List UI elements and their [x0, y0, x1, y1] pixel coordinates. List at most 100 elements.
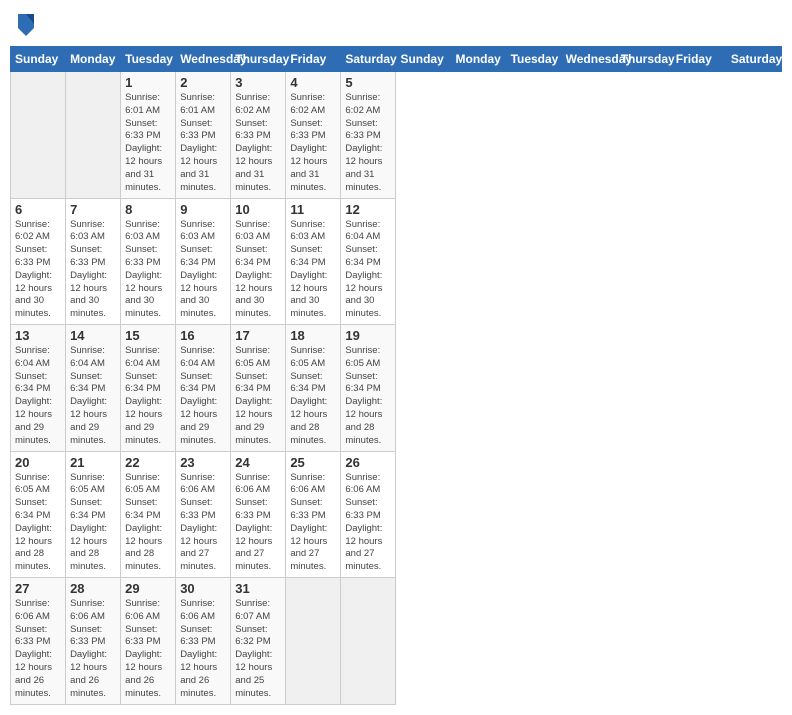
cell-info: Sunrise: 6:05 AM Sunset: 6:34 PM Dayligh… [125, 472, 171, 575]
column-header-thursday: Thursday [616, 47, 671, 72]
day-number: 20 [15, 455, 61, 470]
cell-info: Sunrise: 6:03 AM Sunset: 6:34 PM Dayligh… [180, 219, 226, 322]
day-number: 18 [290, 328, 336, 343]
cell-info: Sunrise: 6:04 AM Sunset: 6:34 PM Dayligh… [70, 345, 116, 448]
column-header-monday: Monday [451, 47, 506, 72]
day-number: 21 [70, 455, 116, 470]
day-number: 7 [70, 202, 116, 217]
calendar-cell: 28 Sunrise: 6:06 AM Sunset: 6:33 PM Dayli… [66, 578, 121, 705]
cell-info: Sunrise: 6:06 AM Sunset: 6:33 PM Dayligh… [290, 472, 336, 575]
calendar-cell: 29Sunrise: 6:06 AM Sunset: 6:33 PM Dayli… [121, 578, 176, 705]
day-number: 1 [125, 75, 171, 90]
calendar-week-row: 13 Sunrise: 6:04 AM Sunset: 6:34 PM Dayli… [11, 325, 782, 452]
calendar-cell: 18Sunrise: 6:05 AM Sunset: 6:34 PM Dayli… [286, 325, 341, 452]
day-number: 26 [345, 455, 391, 470]
cell-info: Sunrise: 6:02 AM Sunset: 6:33 PM Dayligh… [235, 92, 281, 195]
cell-info: Sunrise: 6:06 AM Sunset: 6:33 PM Dayligh… [345, 472, 391, 575]
day-number: 13 [15, 328, 61, 343]
cell-info: Sunrise: 6:04 AM Sunset: 6:34 PM Dayligh… [345, 219, 391, 322]
calendar-cell: 13 Sunrise: 6:04 AM Sunset: 6:34 PM Dayli… [11, 325, 66, 452]
day-number: 14 [70, 328, 116, 343]
calendar-cell [11, 72, 66, 199]
calendar-cell: 24Sunrise: 6:06 AM Sunset: 6:33 PM Dayli… [231, 451, 286, 578]
day-number: 17 [235, 328, 281, 343]
day-number: 8 [125, 202, 171, 217]
calendar-cell: 26 Sunrise: 6:06 AM Sunset: 6:33 PM Dayli… [341, 451, 396, 578]
day-number: 4 [290, 75, 336, 90]
cell-info: Sunrise: 6:03 AM Sunset: 6:33 PM Dayligh… [70, 219, 116, 322]
calendar-cell: 20 Sunrise: 6:05 AM Sunset: 6:34 PM Dayli… [11, 451, 66, 578]
calendar-cell [341, 578, 396, 705]
column-header-wednesday: Wednesday [176, 47, 231, 72]
cell-info: Sunrise: 6:07 AM Sunset: 6:32 PM Dayligh… [235, 598, 281, 701]
cell-info: Sunrise: 6:06 AM Sunset: 6:33 PM Dayligh… [180, 472, 226, 575]
cell-info: Sunrise: 6:05 AM Sunset: 6:34 PM Dayligh… [235, 345, 281, 448]
cell-info: Sunrise: 6:03 AM Sunset: 6:34 PM Dayligh… [235, 219, 281, 322]
cell-info: Sunrise: 6:04 AM Sunset: 6:34 PM Dayligh… [125, 345, 171, 448]
cell-info: Sunrise: 6:05 AM Sunset: 6:34 PM Dayligh… [345, 345, 391, 448]
calendar-cell: 6Sunrise: 6:02 AM Sunset: 6:33 PM Daylig… [11, 198, 66, 325]
calendar-cell [66, 72, 121, 199]
cell-info: Sunrise: 6:06 AM Sunset: 6:33 PM Dayligh… [15, 598, 61, 701]
day-number: 31 [235, 581, 281, 596]
calendar-cell: 25 Sunrise: 6:06 AM Sunset: 6:33 PM Dayli… [286, 451, 341, 578]
day-number: 3 [235, 75, 281, 90]
column-header-sunday: Sunday [396, 47, 451, 72]
calendar-cell [286, 578, 341, 705]
calendar-cell: 2 Sunrise: 6:01 AM Sunset: 6:33 PM Daylig… [176, 72, 231, 199]
calendar-cell: 21 Sunrise: 6:05 AM Sunset: 6:34 PM Dayli… [66, 451, 121, 578]
cell-info: Sunrise: 6:02 AM Sunset: 6:33 PM Dayligh… [345, 92, 391, 195]
column-header-tuesday: Tuesday [121, 47, 176, 72]
logo-icon [14, 10, 38, 38]
calendar-cell: 30 Sunrise: 6:06 AM Sunset: 6:33 PM Dayli… [176, 578, 231, 705]
day-number: 25 [290, 455, 336, 470]
calendar-cell: 15 Sunrise: 6:04 AM Sunset: 6:34 PM Dayli… [121, 325, 176, 452]
column-header-saturday: Saturday [341, 47, 396, 72]
day-number: 16 [180, 328, 226, 343]
calendar-cell: 1 Sunrise: 6:01 AM Sunset: 6:33 PM Daylig… [121, 72, 176, 199]
day-number: 9 [180, 202, 226, 217]
cell-info: Sunrise: 6:05 AM Sunset: 6:34 PM Dayligh… [15, 472, 61, 575]
day-number: 12 [345, 202, 391, 217]
day-number: 5 [345, 75, 391, 90]
cell-info: Sunrise: 6:02 AM Sunset: 6:33 PM Dayligh… [290, 92, 336, 195]
cell-info: Sunrise: 6:04 AM Sunset: 6:34 PM Dayligh… [180, 345, 226, 448]
day-number: 15 [125, 328, 171, 343]
calendar-cell: 4 Sunrise: 6:02 AM Sunset: 6:33 PM Daylig… [286, 72, 341, 199]
cell-info: Sunrise: 6:01 AM Sunset: 6:33 PM Dayligh… [180, 92, 226, 195]
column-header-sunday: Sunday [11, 47, 66, 72]
calendar-cell: 31 Sunrise: 6:07 AM Sunset: 6:32 PM Dayli… [231, 578, 286, 705]
cell-info: Sunrise: 6:04 AM Sunset: 6:34 PM Dayligh… [15, 345, 61, 448]
column-header-thursday: Thursday [231, 47, 286, 72]
day-number: 2 [180, 75, 226, 90]
day-number: 28 [70, 581, 116, 596]
calendar-cell: 9 Sunrise: 6:03 AM Sunset: 6:34 PM Daylig… [176, 198, 231, 325]
calendar-cell: 14 Sunrise: 6:04 AM Sunset: 6:34 PM Dayli… [66, 325, 121, 452]
calendar-cell: 19Sunrise: 6:05 AM Sunset: 6:34 PM Dayli… [341, 325, 396, 452]
calendar-week-row: 27 Sunrise: 6:06 AM Sunset: 6:33 PM Dayli… [11, 578, 782, 705]
cell-info: Sunrise: 6:06 AM Sunset: 6:33 PM Dayligh… [180, 598, 226, 701]
logo [14, 10, 42, 38]
day-number: 27 [15, 581, 61, 596]
calendar-cell: 11Sunrise: 6:03 AM Sunset: 6:34 PM Dayli… [286, 198, 341, 325]
cell-info: Sunrise: 6:06 AM Sunset: 6:33 PM Dayligh… [70, 598, 116, 701]
calendar-week-row: 1 Sunrise: 6:01 AM Sunset: 6:33 PM Daylig… [11, 72, 782, 199]
day-number: 6 [15, 202, 61, 217]
calendar-cell: 22 Sunrise: 6:05 AM Sunset: 6:34 PM Dayli… [121, 451, 176, 578]
day-number: 11 [290, 202, 336, 217]
calendar-cell: 7 Sunrise: 6:03 AM Sunset: 6:33 PM Daylig… [66, 198, 121, 325]
calendar-week-row: 6Sunrise: 6:02 AM Sunset: 6:33 PM Daylig… [11, 198, 782, 325]
calendar-cell: 16 Sunrise: 6:04 AM Sunset: 6:34 PM Dayli… [176, 325, 231, 452]
day-number: 30 [180, 581, 226, 596]
day-number: 22 [125, 455, 171, 470]
calendar-cell: 17 Sunrise: 6:05 AM Sunset: 6:34 PM Dayli… [231, 325, 286, 452]
cell-info: Sunrise: 6:05 AM Sunset: 6:34 PM Dayligh… [70, 472, 116, 575]
day-number: 24 [235, 455, 281, 470]
day-number: 23 [180, 455, 226, 470]
calendar-cell: 5 Sunrise: 6:02 AM Sunset: 6:33 PM Daylig… [341, 72, 396, 199]
cell-info: Sunrise: 6:01 AM Sunset: 6:33 PM Dayligh… [125, 92, 171, 195]
day-number: 10 [235, 202, 281, 217]
column-header-friday: Friday [286, 47, 341, 72]
calendar-cell: 8Sunrise: 6:03 AM Sunset: 6:33 PM Daylig… [121, 198, 176, 325]
calendar-cell: 23 Sunrise: 6:06 AM Sunset: 6:33 PM Dayli… [176, 451, 231, 578]
